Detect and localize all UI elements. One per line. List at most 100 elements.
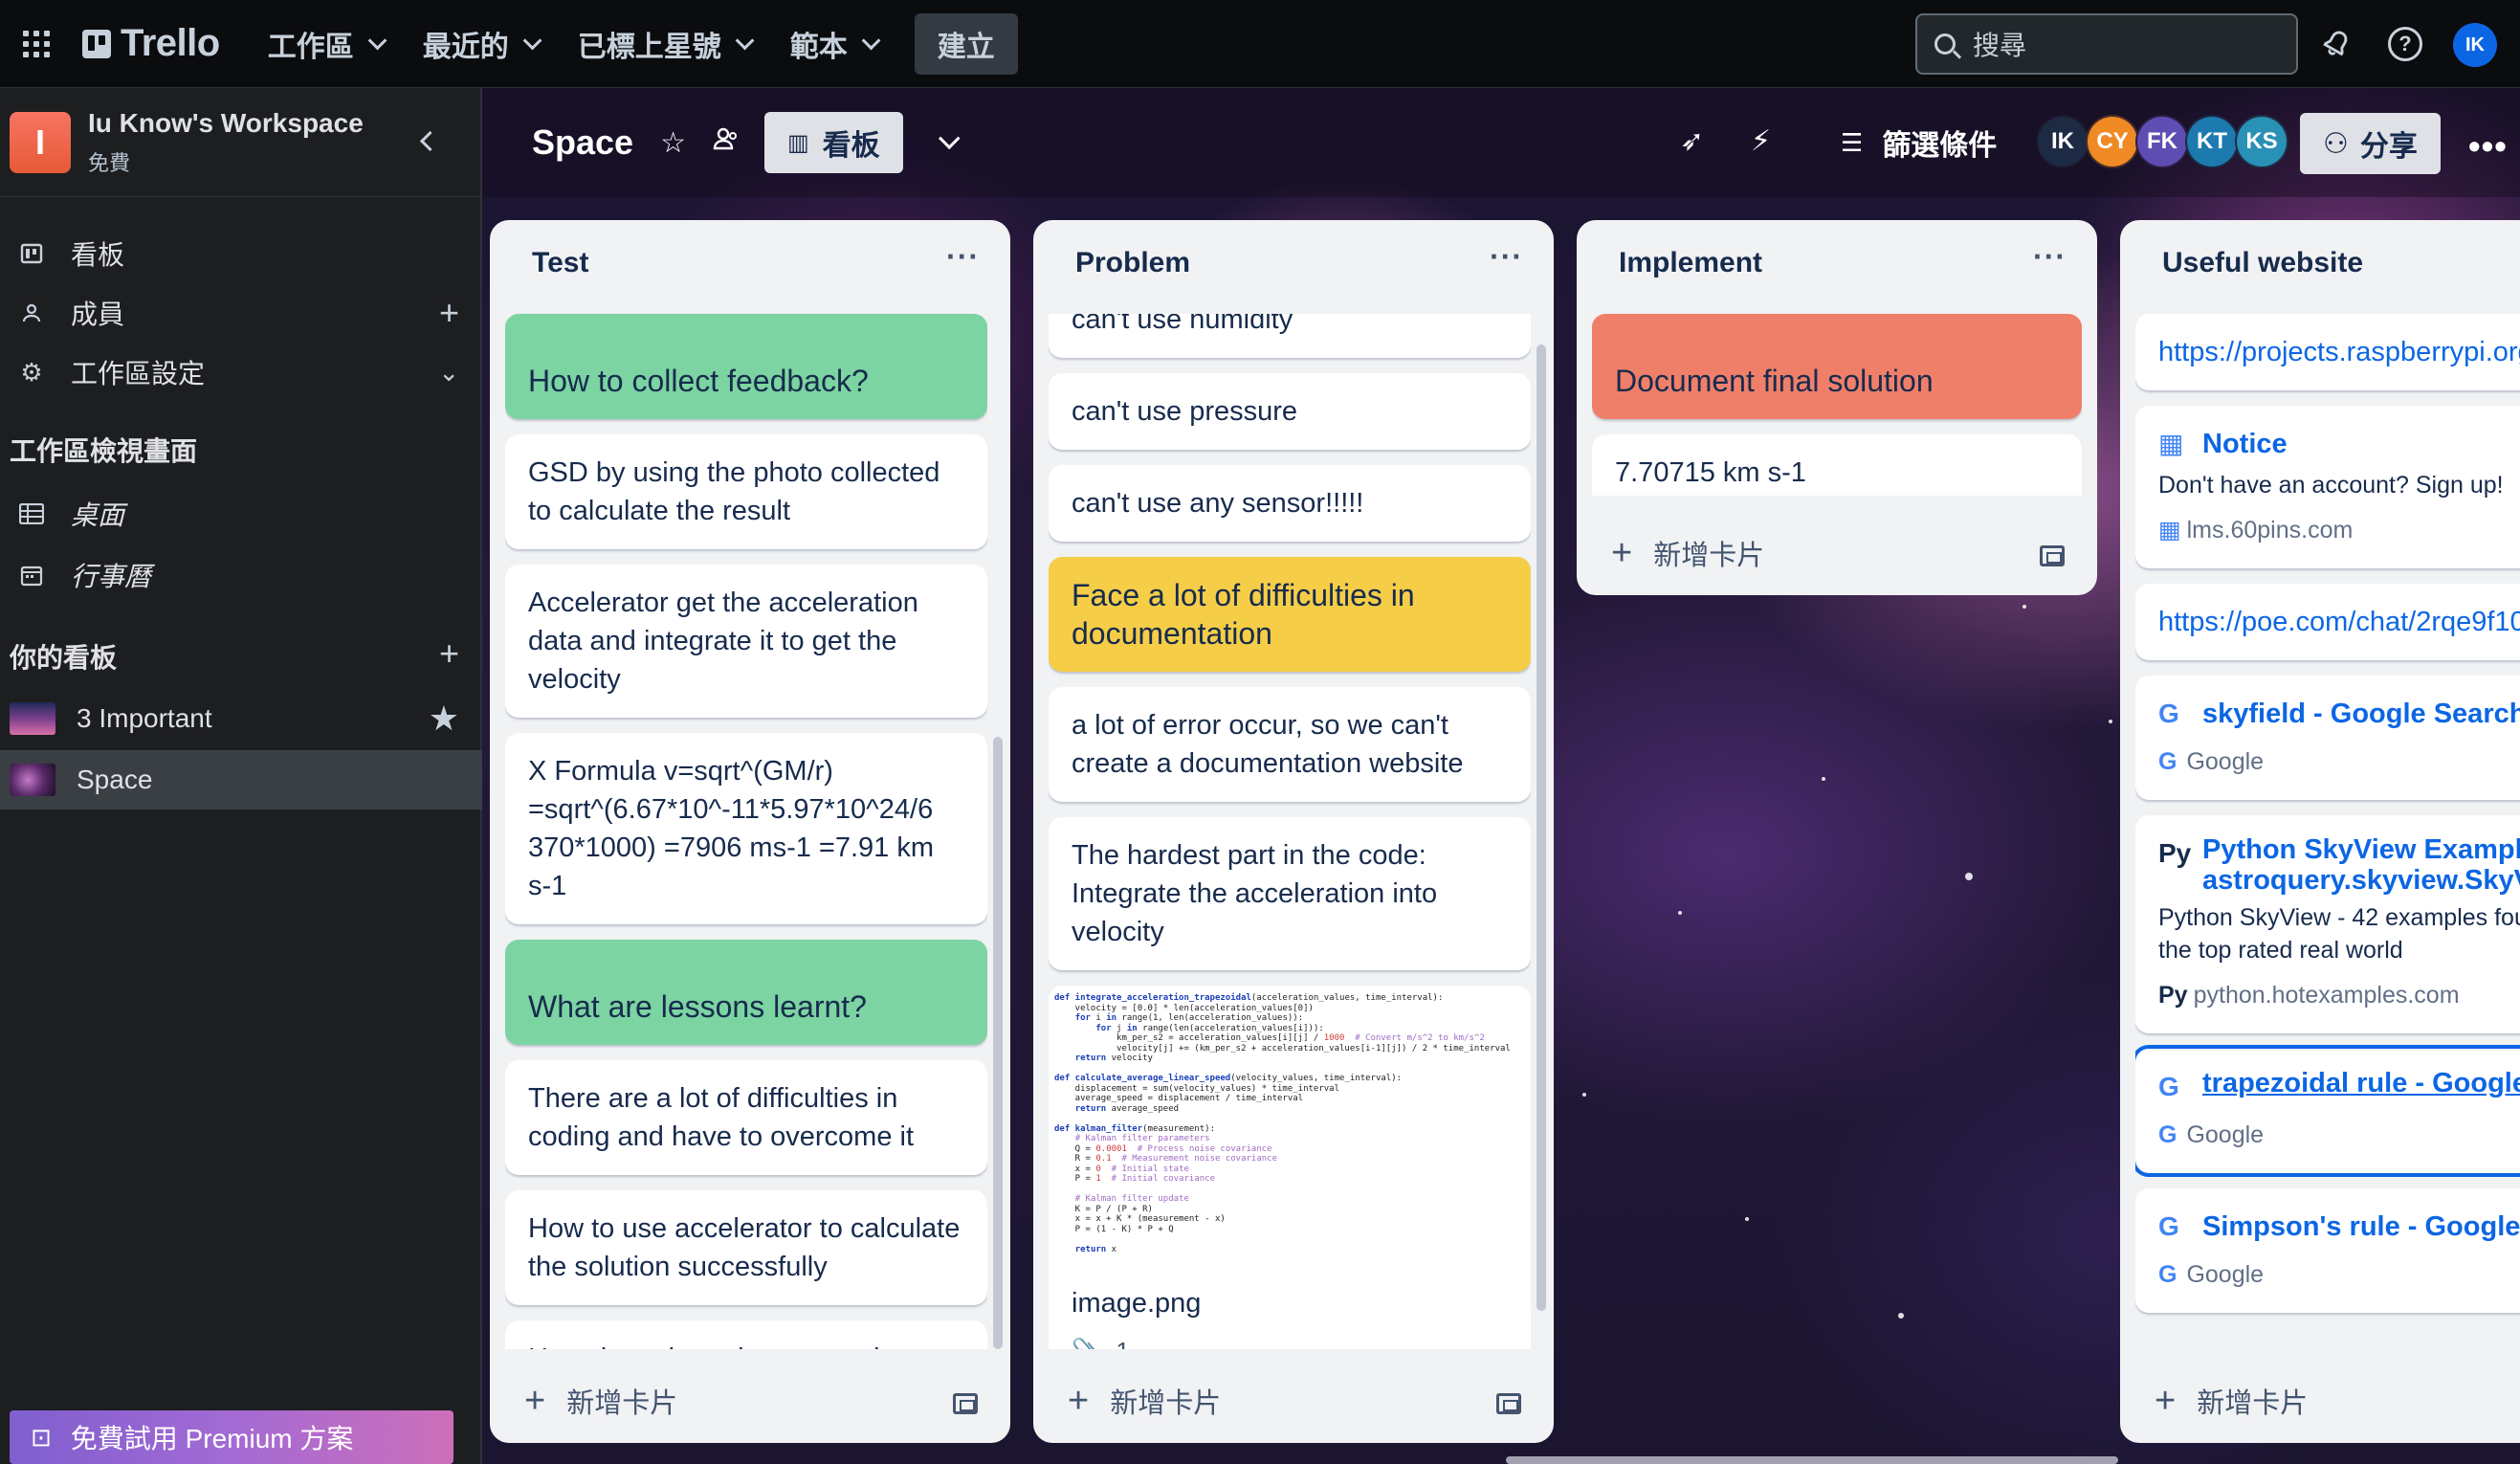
plus-icon: + — [524, 1380, 546, 1421]
board-thumbnail — [10, 702, 55, 735]
board-horizontal-scrollbar[interactable] — [1506, 1456, 2118, 1464]
chevron-down-icon[interactable]: ⌄ — [438, 358, 459, 388]
board-icon: ▥ — [786, 129, 809, 156]
create-from-template-icon[interactable] — [2040, 545, 2065, 566]
premium-trial-button[interactable]: ⊡ 免費試用 Premium 方案 — [10, 1410, 453, 1464]
list-menu-icon[interactable]: ··· — [946, 239, 980, 275]
collapse-sidebar-icon[interactable] — [413, 126, 442, 155]
card[interactable]: How to collect feedback? — [505, 314, 987, 419]
card-image[interactable]: def integrate_acceleration_trapezoidal(a… — [1049, 986, 1531, 1349]
add-member-icon[interactable]: + — [439, 293, 459, 333]
card[interactable]: What are lessons learnt? — [505, 940, 987, 1045]
list-title[interactable]: Problem — [1075, 247, 1190, 279]
plus-icon: + — [1611, 532, 1633, 573]
member-avatar[interactable]: KS — [2235, 115, 2288, 168]
share-button[interactable]: ⚇ 分享 — [2300, 113, 2441, 174]
list-title[interactable]: Useful website — [2162, 247, 2363, 279]
sidebar-board-3-important[interactable]: 3 Important ★ — [0, 689, 482, 748]
menu-recent[interactable]: 最近的 — [402, 14, 557, 74]
star-filled-icon[interactable]: ★ — [429, 699, 459, 739]
list-test: Test ··· How to collect feedback? GSD by… — [490, 220, 1010, 1443]
chevron-down-icon[interactable] — [938, 127, 961, 150]
card-link-preview[interactable]: ▦ Notice Don't have an account? Sign up! … — [2135, 406, 2520, 568]
app-switcher-icon[interactable] — [17, 25, 55, 63]
trello-logo[interactable]: Trello — [82, 22, 220, 65]
card[interactable]: The hardest part in the code: Integrate … — [1049, 817, 1531, 970]
card[interactable]: can't use humidity — [1049, 314, 1531, 358]
card[interactable]: X Formula v=sqrt^(GM/r) =sqrt^(6.67*10^-… — [505, 733, 987, 924]
card-link[interactable]: https://projects.raspberrypi.org/en/proj… — [2135, 314, 2520, 390]
member-avatar[interactable]: IK — [2036, 115, 2089, 168]
automation-lightning-icon[interactable]: ⚡ — [1751, 124, 1771, 158]
table-icon — [17, 503, 46, 524]
create-button[interactable]: 建立 — [914, 12, 1018, 75]
list-scrollbar[interactable] — [1536, 344, 1546, 1311]
site-favicon-icon: ▦ — [2158, 429, 2184, 458]
member-avatar[interactable]: KT — [2185, 115, 2239, 168]
help-icon[interactable]: ? — [2386, 25, 2424, 63]
list-title[interactable]: Implement — [1619, 247, 1762, 279]
menu-workspaces[interactable]: 工作區 — [247, 14, 402, 74]
card-link-preview[interactable]: Gskyfield - Google Search G Google — [2135, 676, 2520, 800]
add-card-button[interactable]: + 新增卡片 — [524, 1374, 677, 1428]
sidebar-item-members[interactable]: 成員 + — [0, 283, 482, 343]
workspace-views-title: 工作區檢視畫面 — [10, 436, 198, 466]
add-card-button[interactable]: + 新增卡片 — [2155, 1374, 2308, 1428]
card-title: image.png — [1072, 1288, 1202, 1319]
sidebar-item-table[interactable]: 桌面 — [0, 484, 482, 543]
sidebar-board-space[interactable]: Space — [0, 750, 482, 810]
create-from-template-icon[interactable] — [953, 1393, 978, 1414]
card[interactable]: 7.70715 km s-1 — [1592, 434, 2082, 496]
sidebar: I Iu Know's Workspace 免費 看板 成員 + ⚙ 工作區設定… — [0, 88, 482, 1464]
create-from-template-icon[interactable] — [1496, 1393, 1521, 1414]
card-list: can't use humidity can't use pressure ca… — [1049, 314, 1531, 1349]
card-link-preview[interactable]: GSimpson's rule - Google Search GGoogle — [2135, 1188, 2520, 1313]
list-menu-icon[interactable]: ··· — [1490, 239, 1523, 275]
code-screenshot-image: def integrate_acceleration_trapezoidal(a… — [1049, 986, 1531, 1273]
card[interactable]: a lot of error occur, so we can't create… — [1049, 687, 1531, 802]
card[interactable]: Face a lot of difficulties in documentat… — [1049, 557, 1531, 672]
list-title[interactable]: Test — [532, 247, 588, 279]
card[interactable]: Document final solution — [1592, 314, 2082, 419]
search-input[interactable]: 搜尋 — [1915, 13, 2298, 75]
chevron-down-icon — [735, 31, 755, 50]
filter-button[interactable]: ☰ 篩選條件 — [1841, 113, 1997, 172]
card[interactable]: Accelerator get the acceleration data an… — [505, 565, 987, 718]
add-person-icon: ⚇ — [2323, 127, 2349, 160]
card[interactable]: How do make a documentation — [505, 1320, 987, 1349]
card-link[interactable]: https://poe.com/chat/2rqe9f10fl4aoq — [2135, 584, 2520, 660]
board-title[interactable]: Space — [532, 122, 633, 163]
more-options-icon[interactable]: ••• — [2468, 126, 2508, 166]
card[interactable]: can't use any sensor!!!!! — [1049, 465, 1531, 542]
menu-starred[interactable]: 已標上星號 — [557, 14, 769, 74]
sidebar-item-workspace-settings[interactable]: ⚙ 工作區設定 ⌄ — [0, 343, 482, 402]
power-ups-icon[interactable]: ➶ — [1680, 124, 1704, 158]
card[interactable]: GSD by using the photo collected to calc… — [505, 434, 987, 549]
member-avatar[interactable]: CY — [2086, 115, 2139, 168]
sidebar-item-calendar[interactable]: 行事曆 — [0, 545, 482, 605]
sidebar-item-boards[interactable]: 看板 — [0, 224, 482, 283]
workspace-logo[interactable]: I — [10, 111, 71, 173]
list-scrollbar[interactable] — [993, 737, 1003, 1349]
card[interactable]: can't use pressure — [1049, 373, 1531, 450]
plus-icon: + — [1068, 1380, 1090, 1421]
board-view-button[interactable]: ▥ 看板 — [763, 112, 903, 173]
card[interactable]: How to use accelerator to calculate the … — [505, 1190, 987, 1305]
add-board-icon[interactable]: + — [439, 633, 459, 674]
workspace-header: I Iu Know's Workspace 免費 — [0, 88, 480, 197]
star-outline-icon[interactable]: ☆ — [660, 126, 686, 160]
card[interactable]: There are a lot of difficulties in codin… — [505, 1060, 987, 1175]
member-avatar[interactable]: FK — [2135, 115, 2189, 168]
workspace-visible-icon[interactable] — [713, 126, 740, 159]
add-card-button[interactable]: + 新增卡片 — [1611, 526, 1764, 580]
paperclip-icon: 📎 — [1072, 1332, 1102, 1349]
menu-templates[interactable]: 範本 — [769, 14, 895, 74]
add-card-button[interactable]: + 新增卡片 — [1068, 1374, 1221, 1428]
notifications-bell-icon[interactable] — [2317, 25, 2355, 63]
card-link-preview[interactable]: PyPython SkyView Examples, astroquery.sk… — [2135, 815, 2520, 1033]
list-menu-icon[interactable]: ··· — [2033, 239, 2067, 275]
chevron-down-icon — [522, 31, 542, 50]
card-link-preview-selected[interactable]: Gtrapezoidal rule - Google Search GGoogl… — [2135, 1045, 2520, 1177]
workspace-name[interactable]: Iu Know's Workspace — [88, 108, 364, 139]
user-avatar[interactable]: IK — [2453, 23, 2497, 67]
